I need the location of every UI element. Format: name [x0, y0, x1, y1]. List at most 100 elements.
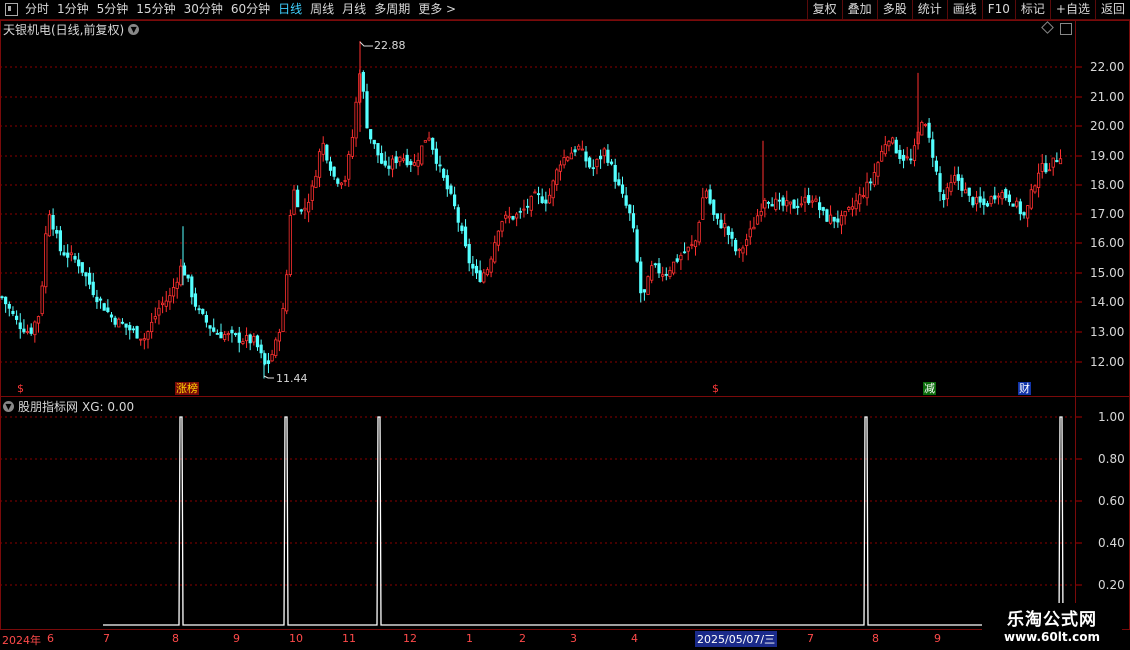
candle-body — [7, 304, 11, 309]
candle-body — [51, 215, 55, 230]
candle-body — [788, 201, 793, 205]
candle-body — [854, 200, 858, 210]
candle-body — [135, 326, 139, 339]
indicator-title[interactable]: ▼ 股朋指标网 XG: 0.00 — [3, 398, 134, 415]
candle-body — [474, 265, 479, 274]
candle-body — [270, 354, 274, 362]
chevron-down-icon[interactable]: ▼ — [128, 24, 140, 35]
candle-body — [449, 185, 453, 194]
candle-body — [887, 141, 891, 147]
candle-body — [558, 164, 563, 172]
candle-body — [372, 139, 376, 145]
indicator-tick: 0.20 — [1098, 578, 1125, 592]
candle-body — [160, 302, 165, 306]
candle-body — [467, 244, 471, 264]
date-label: 1 — [466, 632, 473, 645]
candle-body — [328, 161, 333, 171]
candle-body — [423, 140, 428, 143]
candle-body — [369, 129, 373, 140]
candle-body — [91, 281, 95, 296]
candle-body — [588, 157, 592, 168]
price-tick: 14.00 — [1090, 295, 1125, 309]
candle-body — [463, 226, 468, 247]
candle-body — [208, 325, 212, 329]
candle-body — [555, 169, 559, 185]
candle-body — [33, 321, 37, 336]
candle-body — [511, 215, 515, 220]
candle-body — [518, 210, 522, 213]
date-label: 11 — [342, 632, 356, 645]
candle-body — [40, 285, 44, 315]
candle-body — [580, 148, 584, 151]
candle-body — [18, 322, 22, 330]
candle-body — [774, 198, 778, 210]
candle-body — [277, 332, 282, 342]
chevron-down-icon[interactable]: ▼ — [3, 401, 14, 412]
candle-body — [0, 296, 4, 299]
candle-body — [515, 213, 519, 219]
candle-body — [920, 122, 924, 136]
candle-body — [237, 332, 241, 343]
candle-body — [653, 263, 657, 266]
candle-body — [843, 210, 847, 217]
candle-body — [792, 199, 796, 209]
candle-body — [77, 259, 81, 267]
candle-body — [376, 143, 380, 156]
candle-body — [58, 230, 63, 252]
candle-body — [186, 274, 190, 279]
candle-body — [821, 207, 825, 211]
candle-body — [252, 335, 256, 343]
price-tick: 21.00 — [1090, 90, 1125, 104]
candle-body — [536, 193, 541, 196]
candle-body — [836, 218, 840, 223]
candle-body — [288, 215, 292, 275]
candle-body — [942, 194, 946, 201]
candle-body — [690, 244, 694, 247]
candle-body — [631, 213, 636, 229]
event-marker-cai[interactable]: 财 — [1018, 382, 1031, 395]
candle-body — [752, 226, 756, 230]
price-tick: 16.00 — [1090, 236, 1125, 250]
candle-body — [839, 215, 844, 226]
event-marker-zb[interactable]: 涨榜 — [175, 382, 199, 395]
candle-body — [781, 197, 785, 206]
candle-body — [595, 158, 599, 168]
candle-body — [73, 256, 77, 260]
event-marker-dollar[interactable]: $ — [711, 382, 720, 395]
candle-body — [628, 204, 632, 214]
candle-body — [321, 142, 325, 155]
candle-body — [551, 180, 555, 199]
candle-body — [613, 164, 617, 182]
panel-icon[interactable] — [1060, 23, 1072, 35]
candle-body — [993, 195, 997, 200]
candle-body — [361, 71, 365, 92]
candle-body — [723, 223, 727, 229]
date-label: 9 — [934, 632, 941, 645]
event-marker-jian[interactable]: 减 — [923, 382, 936, 395]
candle-body — [4, 296, 8, 305]
candle-body — [1026, 205, 1030, 219]
candle-body — [460, 225, 464, 231]
candle-body — [931, 139, 935, 158]
candle-body — [825, 209, 829, 222]
stock-title-text: 天银机电(日线,前复权) — [3, 23, 125, 37]
candle-body — [150, 321, 154, 333]
price-tick: 17.00 — [1090, 207, 1125, 221]
high-pointer-icon — [359, 41, 373, 47]
candle-body — [748, 228, 752, 238]
event-marker-dollar[interactable]: $ — [16, 382, 25, 395]
candle-body — [1015, 200, 1019, 207]
candle-body — [964, 189, 968, 194]
candle-body — [281, 307, 285, 332]
stock-title[interactable]: 天银机电(日线,前复权) ▼ — [3, 21, 140, 38]
kline-chart[interactable] — [0, 0, 1130, 650]
candle-body — [113, 317, 117, 325]
candle-body — [336, 178, 340, 184]
candle-body — [967, 187, 971, 196]
candle-body — [562, 157, 566, 166]
candle-body — [814, 198, 818, 202]
candle-body — [215, 333, 219, 335]
candle-body — [310, 185, 314, 201]
date-label: 10 — [289, 632, 303, 645]
candle-body — [828, 214, 833, 224]
